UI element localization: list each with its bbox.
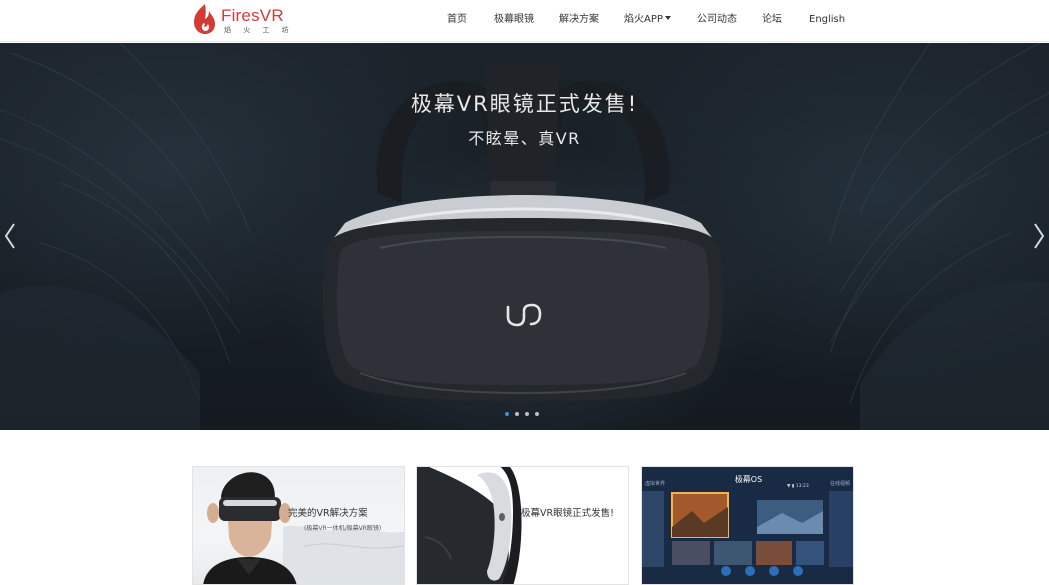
banner-subtitle: 不眩晕、真VR [468, 129, 581, 148]
os-status-bar: ▼ ▮ 13:23 [787, 484, 809, 489]
nav-item-app[interactable]: 焰火APP [624, 12, 671, 28]
caret-down-icon [664, 16, 671, 20]
carousel-dot-4[interactable] [535, 412, 539, 416]
vr-headset-side-image [417, 467, 522, 584]
card-os[interactable]: 极幕OS 虚拟世界 在线视频 ▼ ▮ 13:23 [641, 466, 854, 585]
card-vr-solution[interactable]: 完美的VR解决方案 (极幕VR一体机/极幕VR眼镜) [192, 466, 405, 585]
card-title: 极幕VR眼镜正式发售! [521, 508, 614, 519]
card-glasses-release[interactable]: 极幕VR眼镜正式发售! [416, 466, 629, 585]
carousel-dot-2[interactable] [515, 412, 519, 416]
os-right-label: 在线视频 [829, 481, 850, 487]
carousel-dot-1[interactable] [505, 412, 509, 416]
site-header: FiresVR 焰 火 工 坊 首页 极幕眼镜 解决方案 焰火APP 公司动态 … [0, 0, 1049, 42]
nav-item-glasses[interactable]: 极幕眼镜 [494, 12, 534, 28]
os-left-label: 虚拟世界 [645, 481, 666, 487]
chevron-right-icon[interactable] [1031, 221, 1047, 251]
nav-item-home[interactable]: 首页 [447, 12, 467, 28]
card-title: 极幕OS [734, 475, 763, 484]
nav-item-news[interactable]: 公司动态 [697, 12, 737, 28]
nav-item-app-label: 焰火APP [624, 14, 663, 25]
card-subtitle: (极幕VR一体机/极幕VR眼镜) [304, 525, 382, 532]
banner-title: 极幕VR眼镜正式发售! [410, 92, 639, 116]
carousel-dot-3[interactable] [525, 412, 529, 416]
main-nav: 首页 极幕眼镜 解决方案 焰火APP 公司动态 论坛 English [0, 0, 1049, 42]
nav-item-forum[interactable]: 论坛 [762, 12, 782, 28]
hero-carousel: 极幕VR眼镜正式发售! 不眩晕、真VR [0, 43, 1049, 430]
card-title: 完美的VR解决方案 [288, 508, 368, 519]
chevron-left-icon[interactable] [2, 221, 18, 251]
nav-item-solutions[interactable]: 解决方案 [559, 12, 599, 28]
nav-item-english[interactable]: English [809, 12, 845, 28]
